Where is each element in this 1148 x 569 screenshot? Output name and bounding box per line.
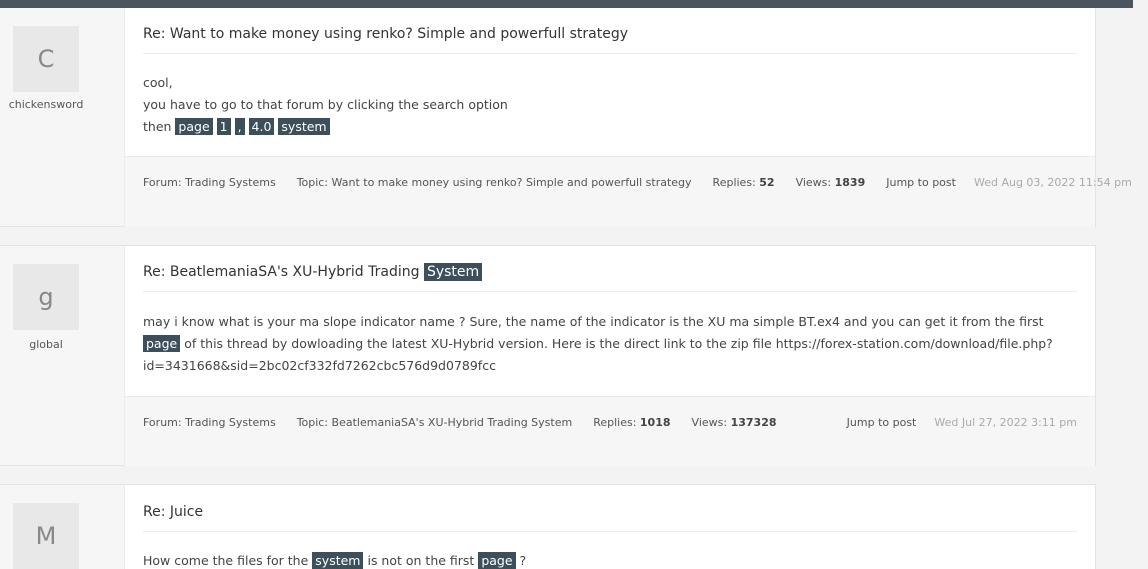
post-title-text: Re: BeatlemaniaSA's XU-Hybrid Trading — [143, 264, 420, 280]
post-meta: Forum: Trading Systems Topic: Want to ma… — [124, 156, 1132, 227]
views-label: Views: — [795, 176, 832, 189]
post-content: How come the files for the system is not… — [143, 550, 1077, 569]
avatar-letter: C — [37, 45, 55, 73]
views-count: Views: 137328 — [692, 416, 777, 429]
post-text: of this thread by dowloading the latest … — [143, 336, 1053, 373]
avatar[interactable]: C — [13, 26, 79, 92]
top-header-bar — [0, 0, 1133, 8]
replies-label: Replies: — [712, 176, 756, 189]
replies-value: 52 — [759, 176, 775, 189]
username[interactable]: global — [0, 338, 92, 351]
replies-count: Replies: 1018 — [593, 416, 670, 429]
post-line: cool, — [143, 75, 173, 90]
post-text: is not on the first — [367, 553, 475, 568]
post-author-panel: C chickensword — [0, 8, 124, 226]
search-result-post: C chickensword Re: Want to make money us… — [0, 8, 1132, 227]
post-line: then page 1 , 4.0 system — [143, 116, 1077, 138]
search-highlight: page — [175, 118, 213, 135]
post-author-panel: M — [0, 485, 124, 569]
jump-to-post-link[interactable]: Jump to post — [847, 416, 917, 429]
views-value: 137328 — [730, 416, 777, 429]
topic-link[interactable]: Topic: Want to make money using renko? S… — [297, 176, 692, 189]
post-body: Re: BeatlemaniaSA's XU-Hybrid Trading Sy… — [124, 246, 1095, 396]
username[interactable]: chickensword — [0, 98, 92, 111]
scrollbar-track[interactable] — [1133, 0, 1148, 569]
post-date: Wed Aug 03, 2022 11:54 pm — [973, 176, 1132, 189]
post-line: you have to go to that forum by clicking… — [143, 97, 508, 112]
post-meta: Forum: Trading Systems Topic: Beatlemani… — [124, 396, 1095, 467]
search-highlight: system — [278, 118, 330, 135]
search-highlight: system — [312, 552, 364, 569]
search-highlight: 1 — [216, 118, 231, 135]
post-author-panel: g global — [0, 246, 124, 465]
search-highlight: , — [234, 118, 245, 135]
topic-link[interactable]: Topic: BeatlemaniaSA's XU-Hybrid Trading… — [297, 416, 573, 429]
post-date: Wed Jul 27, 2022 3:11 pm — [934, 416, 1077, 429]
search-highlight: 4.0 — [248, 118, 275, 135]
views-label: Views: — [691, 416, 728, 429]
search-highlight: page — [478, 552, 516, 569]
post-text: then — [143, 119, 172, 134]
search-result-post: g global Re: BeatlemaniaSA's XU-Hybrid T… — [0, 245, 1096, 467]
post-body: Re: Want to make money using renko? Simp… — [124, 8, 1095, 156]
forum-link[interactable]: Forum: Trading Systems — [143, 416, 276, 429]
post-content: may i know what is your ma slope indicat… — [143, 311, 1077, 377]
post-title-link[interactable]: Re: BeatlemaniaSA's XU-Hybrid Trading Sy… — [143, 263, 1077, 292]
search-highlight: page — [143, 335, 181, 352]
replies-label: Replies: — [593, 416, 637, 429]
views-value: 1839 — [834, 176, 866, 189]
post-title-link[interactable]: Re: Juice — [143, 504, 1077, 532]
avatar-letter: g — [38, 283, 54, 311]
post-meta-row: Forum: Trading Systems Topic: Want to ma… — [143, 176, 1132, 189]
post-body: Re: Juice How come the files for the sys… — [124, 485, 1095, 569]
replies-value: 1018 — [639, 416, 671, 429]
avatar[interactable]: M — [13, 503, 79, 569]
post-text: may i know what is your ma slope indicat… — [143, 314, 1044, 329]
search-highlight: System — [423, 263, 483, 281]
post-text: ? — [519, 553, 527, 568]
views-count: Views: 1839 — [796, 176, 866, 189]
jump-to-post-link[interactable]: Jump to post — [886, 176, 956, 189]
forum-link[interactable]: Forum: Trading Systems — [143, 176, 276, 189]
post-title-link[interactable]: Re: Want to make money using renko? Simp… — [143, 26, 1077, 54]
replies-count: Replies: 52 — [713, 176, 775, 189]
search-result-post: M Re: Juice How come the files for the s… — [0, 484, 1096, 569]
post-text: How come the files for the — [143, 553, 309, 568]
avatar[interactable]: g — [13, 264, 79, 330]
post-content: cool, you have to go to that forum by cl… — [143, 72, 1077, 138]
post-meta-row: Forum: Trading Systems Topic: Beatlemani… — [143, 416, 1077, 429]
avatar-letter: M — [35, 522, 57, 550]
